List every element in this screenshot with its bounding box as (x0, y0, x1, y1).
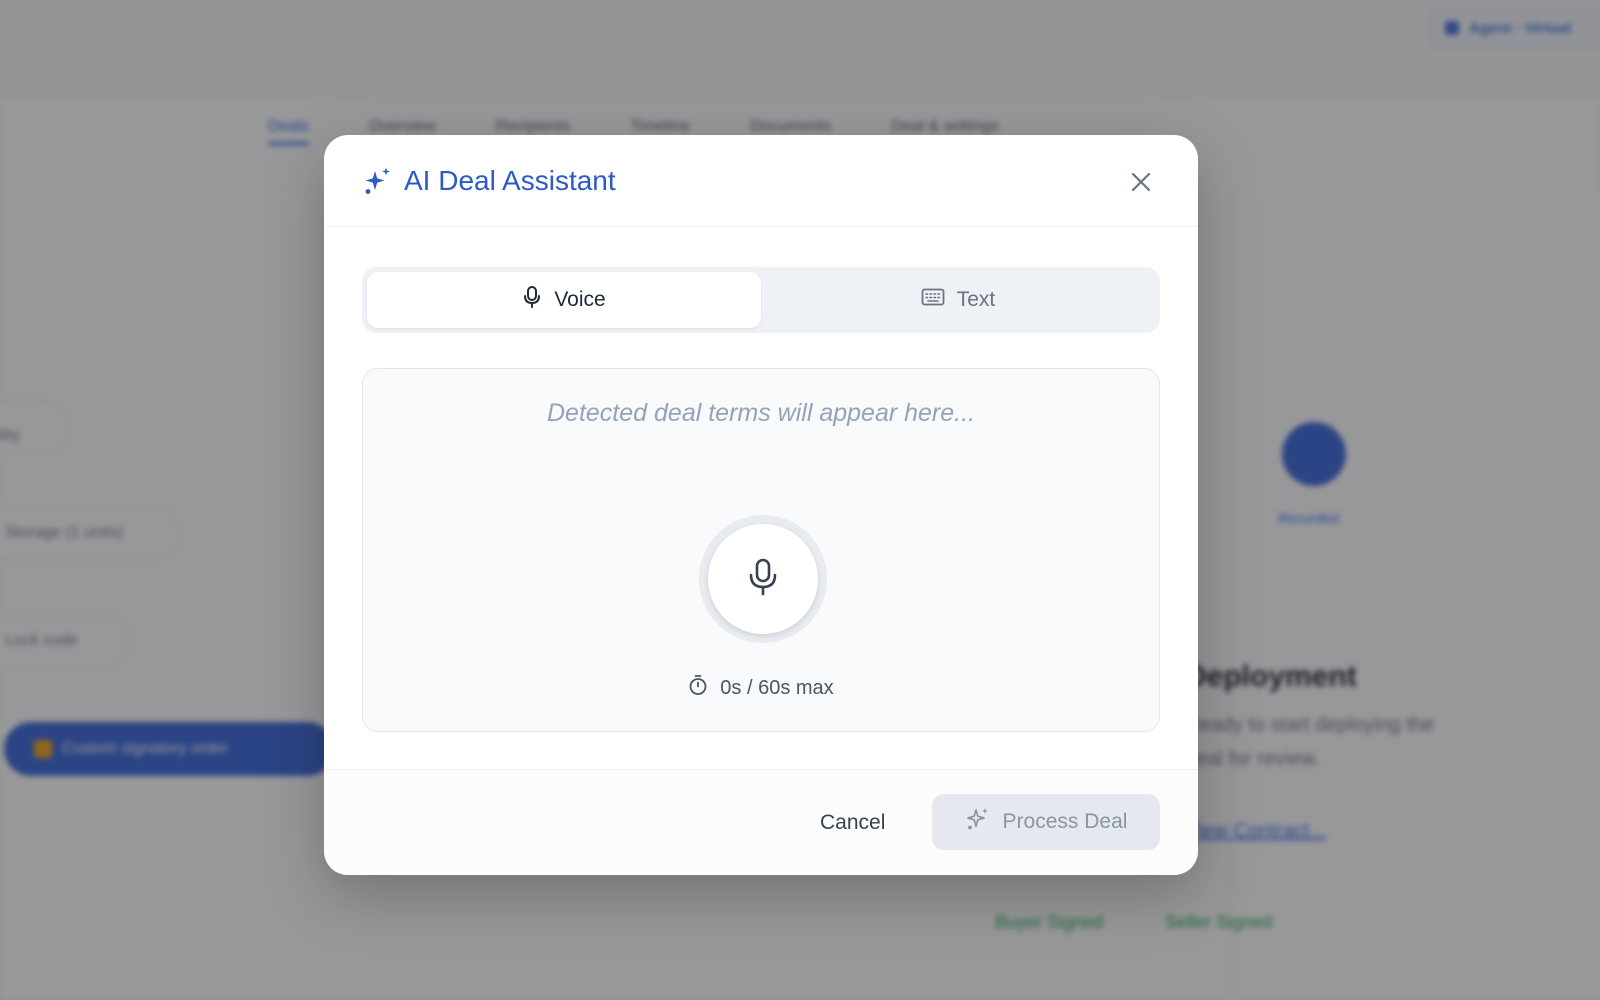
record-button[interactable] (708, 524, 818, 634)
modal-footer: Cancel Process Deal (324, 769, 1198, 875)
process-deal-button[interactable]: Process Deal (932, 794, 1160, 850)
microphone-icon (747, 557, 779, 602)
ai-deal-assistant-dialog: AI Deal Assistant Voice Text Detected de… (324, 135, 1198, 875)
close-button[interactable] (1124, 165, 1158, 199)
voice-record-panel: Detected deal terms will appear here... (362, 368, 1160, 732)
cancel-button[interactable]: Cancel (808, 800, 897, 846)
tab-text-label: Text (956, 288, 996, 311)
sparkles-icon (965, 806, 991, 838)
deal-terms-placeholder: Detected deal terms will appear here... (547, 399, 975, 427)
timer-icon (688, 674, 708, 702)
sparkles-icon (362, 165, 394, 197)
microphone-icon (522, 285, 542, 315)
tab-voice-label: Voice (554, 288, 606, 311)
modal-header: AI Deal Assistant (324, 135, 1198, 227)
timer-label: 0s / 60s max (720, 676, 834, 699)
record-progress-ring (699, 515, 827, 643)
dialog-title: AI Deal Assistant (404, 164, 616, 196)
process-deal-label: Process Deal (1002, 810, 1128, 833)
record-timer: 0s / 60s max (363, 674, 1159, 702)
tab-text[interactable]: Text (761, 272, 1155, 328)
input-mode-tabs: Voice Text (362, 267, 1160, 333)
close-icon (1131, 172, 1151, 192)
keyboard-icon (921, 287, 945, 313)
tab-voice[interactable]: Voice (367, 272, 761, 328)
